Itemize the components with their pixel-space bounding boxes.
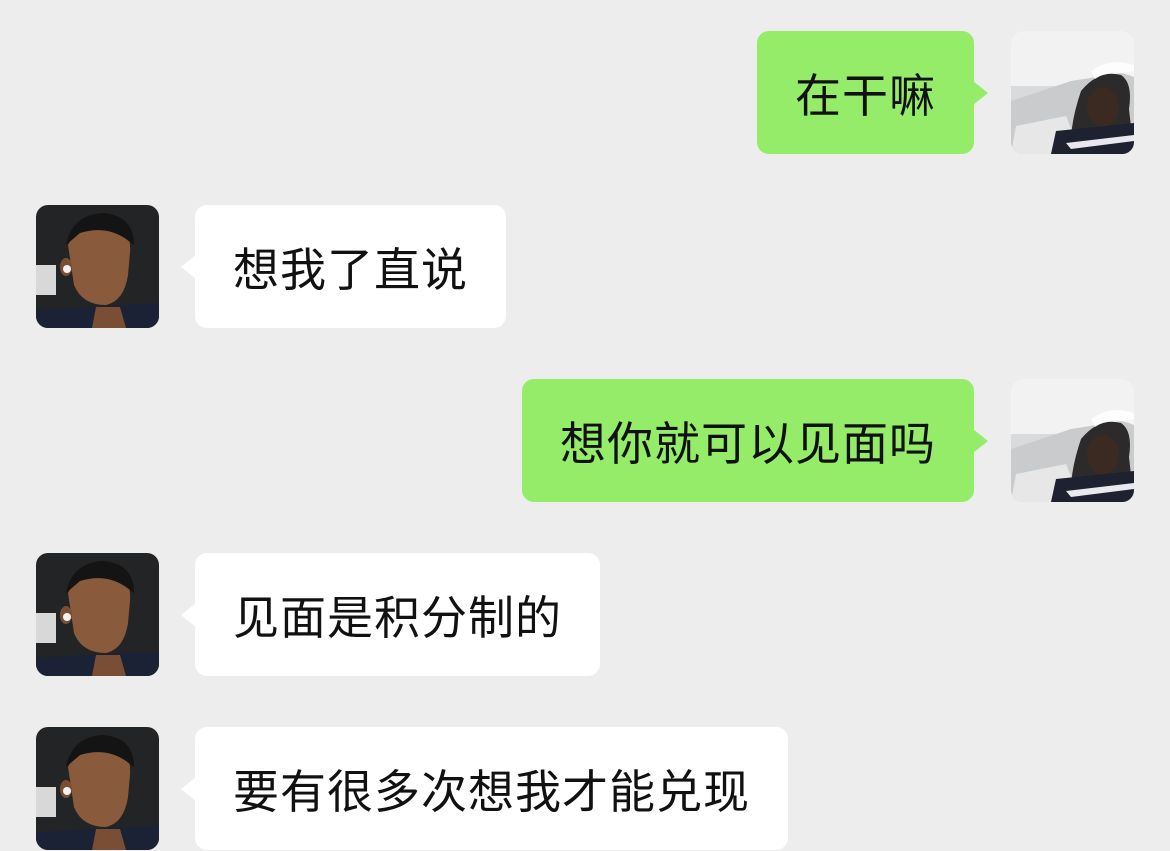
sent-message-bubble[interactable]: 想你就可以见面吗 <box>522 379 988 502</box>
contact-avatar[interactable] <box>36 553 159 676</box>
message-text: 见面是积分制的 <box>233 590 562 645</box>
message-row-sent: 在干嘛 <box>0 31 1170 155</box>
received-message-bubble[interactable]: 要有很多次想我才能兑现 <box>181 727 788 850</box>
received-message-bubble[interactable]: 见面是积分制的 <box>181 553 600 676</box>
sent-message-bubble[interactable]: 在干嘛 <box>757 31 988 154</box>
bubble-tail <box>973 429 988 453</box>
bubble-tail <box>973 81 988 105</box>
bubble-tail <box>181 603 196 627</box>
message-text: 想你就可以见面吗 <box>560 416 936 471</box>
bubble-tail <box>181 777 196 801</box>
bubble-tail <box>181 255 196 279</box>
contact-avatar[interactable] <box>36 205 159 328</box>
message-row-received: 想我了直说 <box>0 205 1170 329</box>
message-text: 在干嘛 <box>795 68 936 123</box>
message-text: 想我了直说 <box>233 242 468 297</box>
contact-avatar[interactable] <box>36 727 159 850</box>
chat-area: 在干嘛 想我了直说 想你就可以见面吗 见面是积分制的 要有很多次想我才能兑现 <box>0 0 1170 850</box>
received-message-bubble[interactable]: 想我了直说 <box>181 205 506 328</box>
self-avatar[interactable] <box>1011 379 1134 502</box>
message-row-received: 见面是积分制的 <box>0 553 1170 677</box>
message-row-sent: 想你就可以见面吗 <box>0 379 1170 503</box>
message-row-received: 要有很多次想我才能兑现 <box>0 727 1170 851</box>
message-text: 要有很多次想我才能兑现 <box>233 764 750 819</box>
self-avatar[interactable] <box>1011 31 1134 154</box>
